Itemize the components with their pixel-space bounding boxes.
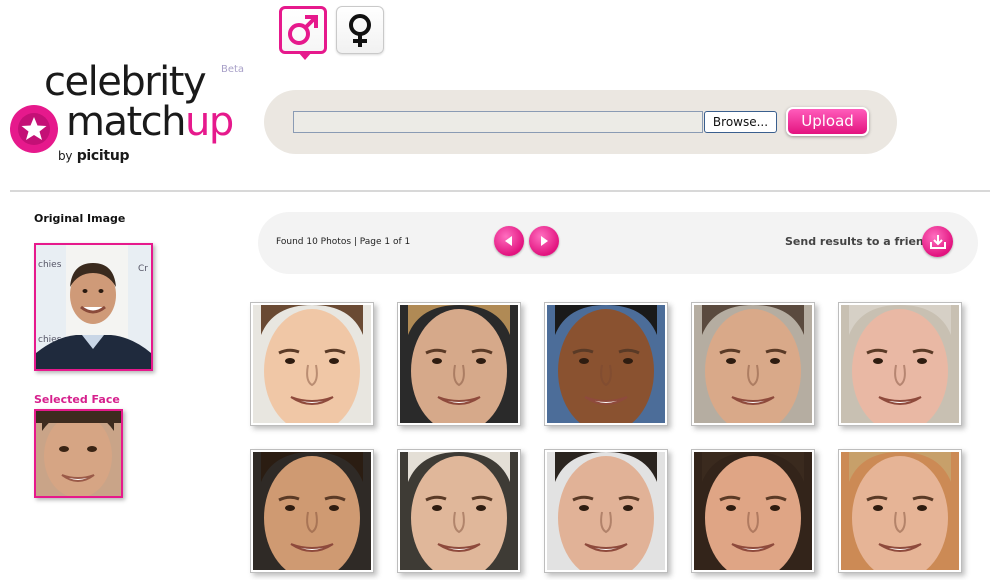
logo-picitup: picitup — [76, 148, 130, 164]
logo-byline: by picitup — [58, 148, 130, 164]
result-thumbnail[interactable] — [691, 302, 815, 426]
male-gender-button[interactable] — [279, 6, 327, 60]
inbox-download-icon — [929, 234, 946, 249]
logo-up: up — [185, 99, 234, 145]
result-thumbnail[interactable] — [838, 449, 962, 573]
result-thumbnail[interactable] — [250, 302, 374, 426]
beta-badge: Beta — [221, 64, 245, 75]
arrow-right-icon — [541, 236, 548, 246]
upload-button[interactable]: Upload — [786, 107, 869, 136]
selected-face-image[interactable] — [34, 409, 123, 498]
svg-text:chies: chies — [38, 260, 62, 270]
celebrity-face-photo — [841, 305, 959, 423]
result-thumbnail[interactable] — [691, 449, 815, 573]
logo-line1: celebrity — [44, 59, 207, 105]
female-symbol-icon — [349, 14, 371, 47]
logo-by: by — [58, 149, 73, 163]
celebrity-face-photo — [547, 305, 665, 423]
arrow-left-icon — [505, 236, 512, 246]
results-bar: Found 10 Photos | Page 1 of 1 Send resul… — [258, 212, 978, 274]
star-icon — [10, 105, 58, 153]
male-symbol-icon — [288, 15, 318, 45]
results-summary: Found 10 Photos | Page 1 of 1 — [276, 237, 411, 247]
send-results-link[interactable]: Send results to a friend — [785, 235, 932, 248]
celebrity-face-photo — [694, 305, 812, 423]
svg-text:Cr: Cr — [138, 264, 148, 274]
next-page-button[interactable] — [529, 226, 559, 256]
previous-page-button[interactable] — [494, 226, 524, 256]
selected-face-photo — [36, 411, 121, 496]
female-gender-button[interactable] — [336, 6, 384, 54]
original-image-label: Original Image — [34, 212, 126, 225]
file-path-input[interactable] — [293, 111, 703, 133]
original-photo: chies chies Cr — [36, 245, 151, 369]
celebrity-face-photo — [400, 452, 518, 570]
result-thumbnail[interactable] — [397, 449, 521, 573]
send-results-button[interactable] — [922, 226, 953, 257]
result-thumbnail[interactable] — [397, 302, 521, 426]
celebrity-matchup-logo[interactable]: celebrity Beta matchup by picitup — [8, 62, 253, 172]
celebrity-face-photo — [253, 305, 371, 423]
selected-face-label: Selected Face — [34, 393, 120, 406]
result-thumbnail[interactable] — [838, 302, 962, 426]
result-thumbnail[interactable] — [544, 302, 668, 426]
celebrity-face-photo — [547, 452, 665, 570]
divider — [10, 190, 990, 192]
upload-bar: Browse... Upload — [264, 90, 897, 154]
celebrity-face-photo — [253, 452, 371, 570]
logo-match: match — [66, 99, 187, 145]
browse-button[interactable]: Browse... — [704, 111, 777, 133]
original-image[interactable]: chies chies Cr — [34, 243, 153, 371]
result-thumbnail[interactable] — [250, 449, 374, 573]
result-thumbnail[interactable] — [544, 449, 668, 573]
celebrity-face-photo — [841, 452, 959, 570]
celebrity-face-photo — [694, 452, 812, 570]
celebrity-face-photo — [400, 305, 518, 423]
logo-line2: matchup — [66, 99, 234, 145]
